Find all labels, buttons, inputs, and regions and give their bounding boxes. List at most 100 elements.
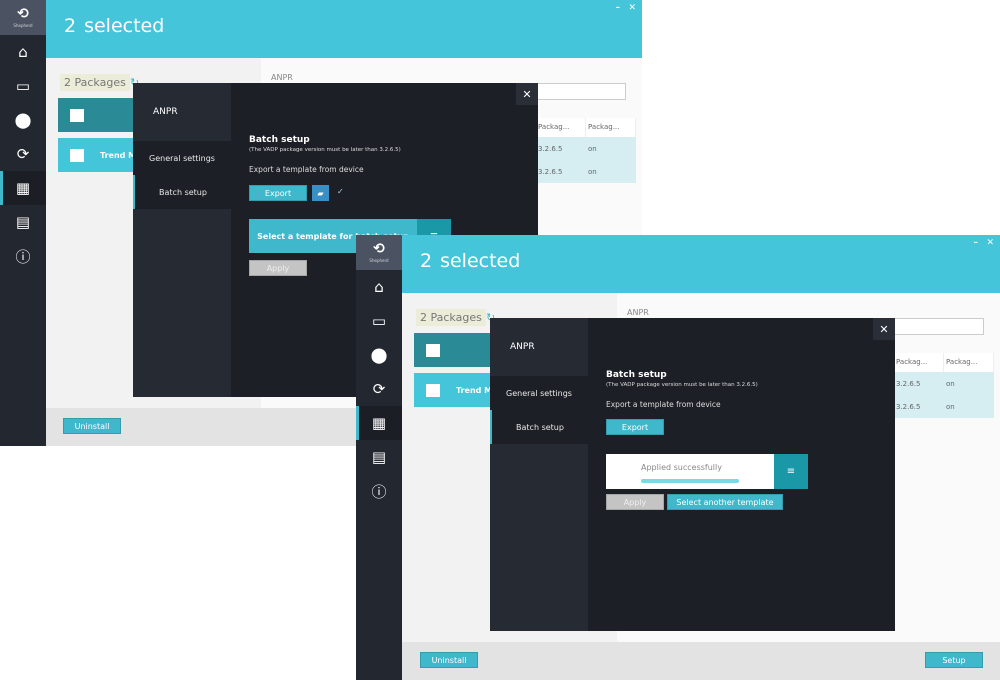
info-icon: ⓘ (371, 482, 387, 501)
close-icon[interactable]: ✕ (628, 3, 636, 13)
detail-title: ANPR (271, 73, 293, 82)
info-icon: ⓘ (15, 247, 31, 266)
sidebar-item-home[interactable]: ⌂ (0, 35, 46, 69)
column-header[interactable]: Packag... (944, 353, 994, 372)
nav-batch-setup[interactable]: Batch setup (490, 410, 588, 444)
sync-icon: ⟳ (372, 380, 386, 398)
devices-icon: ▭ (371, 312, 387, 330)
setup-button[interactable]: Setup (925, 652, 983, 668)
export-button[interactable]: Export (249, 185, 307, 201)
apply-button[interactable]: Apply (249, 260, 307, 276)
header: 2 selected – ✕ (46, 0, 642, 58)
sidebar-item-export-log[interactable]: ▤ (0, 205, 46, 239)
device-table: Packag... Packag... 3.2.6.5 on 3.2.6.5 on (536, 118, 636, 183)
sidebar-item-devices[interactable]: ▭ (0, 69, 46, 103)
batch-setup-note: (The VADP package version must be later … (606, 382, 758, 388)
nav-batch-setup[interactable]: Batch setup (133, 175, 231, 209)
sync-icon: ⟳ (16, 145, 30, 163)
ip-location-icon: ⬤ (14, 111, 32, 129)
table-row[interactable]: 3.2.6.5 on (536, 160, 636, 183)
close-icon[interactable]: ✕ (986, 238, 994, 248)
sidebar: ⟲ Shepherd ⌂ ▭ ⬤ ⟳ ▦ ▤ ⓘ (0, 0, 46, 446)
apply-button[interactable]: Apply (606, 494, 664, 510)
select-another-template-button[interactable]: Select another template (667, 494, 783, 510)
cell: 3.2.6.5 (538, 167, 563, 176)
uninstall-button[interactable]: Uninstall (420, 652, 478, 668)
dialog-app-name: ANPR (153, 107, 178, 117)
package-icon (426, 343, 440, 357)
sidebar-item-ip[interactable]: ⬤ (0, 103, 46, 137)
selected-label: selected (440, 250, 521, 272)
nav-general-settings[interactable]: General settings (133, 141, 231, 175)
sidebar-item-info[interactable]: ⓘ (356, 474, 402, 508)
batch-setup-title: Batch setup (249, 135, 310, 145)
shepherd-logo-icon: ⟲ (17, 6, 29, 22)
home-icon: ⌂ (18, 43, 28, 61)
sidebar-item-apps[interactable]: ▦ (356, 406, 402, 440)
sidebar: ⟲ Shepherd ⌂ ▭ ⬤ ⟳ ▦ ▤ ⓘ (356, 235, 402, 680)
uninstall-button[interactable]: Uninstall (63, 418, 121, 434)
cell: on (588, 144, 597, 153)
package-count: 2 Packages (416, 309, 486, 326)
apply-progress-bar (641, 479, 739, 483)
batch-setup-dialog: ANPR General settings Batch setup ✕ Batc… (490, 318, 895, 631)
menu-icon[interactable]: ≡ (774, 454, 808, 489)
batch-setup-title: Batch setup (606, 370, 667, 380)
package-icon (70, 108, 84, 122)
sidebar-item-info[interactable]: ⓘ (0, 239, 46, 273)
dialog-body: Batch setup (The VADP package version mu… (606, 318, 895, 631)
selected-label: selected (84, 15, 165, 37)
dialog-nav: ANPR General settings Batch setup (490, 318, 588, 631)
header: 2 selected – ✕ (402, 235, 1000, 293)
apply-progress-fill (641, 479, 739, 483)
page-title: 2 selected (64, 15, 164, 37)
minimize-icon[interactable]: – (974, 238, 979, 248)
logo-label: Shepherd (369, 258, 389, 263)
footer: Uninstall Setup (402, 642, 1000, 680)
shepherd-logo-icon: ⟲ (373, 241, 385, 257)
export-log-icon: ▤ (15, 213, 31, 231)
logo[interactable]: ⟲ Shepherd (356, 235, 402, 270)
dialog-nav: ANPR General settings Batch setup (133, 83, 231, 397)
device-table: Packag... Packag... 3.2.6.5 on 3.2.6.5 on (894, 353, 994, 418)
apps-grid-icon: ▦ (15, 179, 31, 197)
selected-count: 2 (420, 250, 433, 272)
devices-icon: ▭ (15, 77, 31, 95)
column-header[interactable]: Packag... (536, 118, 586, 137)
folder-open-icon[interactable]: ▰ (312, 185, 329, 201)
selected-count: 2 (64, 15, 77, 37)
table-row[interactable]: 3.2.6.5 on (894, 372, 994, 395)
app-window-step2: ⟲ Shepherd ⌂ ▭ ⬤ ⟳ ▦ ▤ ⓘ 2 selected – ✕ 2… (356, 235, 1000, 680)
page-title: 2 selected (420, 250, 520, 272)
sidebar-item-home[interactable]: ⌂ (356, 270, 402, 304)
package-icon (426, 383, 440, 397)
table-row[interactable]: 3.2.6.5 on (894, 395, 994, 418)
export-label: Export a template from device (249, 165, 364, 174)
sidebar-item-sync[interactable]: ⟳ (356, 372, 402, 406)
sidebar-item-ip[interactable]: ⬤ (356, 338, 402, 372)
template-status: Applied successfully ≡ (606, 454, 808, 489)
ip-location-icon: ⬤ (370, 346, 388, 364)
cell: 3.2.6.5 (896, 379, 921, 388)
cell: on (588, 167, 597, 176)
table-row[interactable]: 3.2.6.5 on (536, 137, 636, 160)
minimize-icon[interactable]: – (616, 3, 621, 13)
export-log-icon: ▤ (371, 448, 387, 466)
sidebar-item-devices[interactable]: ▭ (356, 304, 402, 338)
column-header[interactable]: Packag... (586, 118, 636, 137)
logo[interactable]: ⟲ Shepherd (0, 0, 46, 35)
cell: on (946, 402, 955, 411)
check-icon: ✓ (337, 187, 344, 196)
column-header[interactable]: Packag... (894, 353, 944, 372)
cell: on (946, 379, 955, 388)
nav-general-settings[interactable]: General settings (490, 376, 588, 410)
sidebar-item-sync[interactable]: ⟳ (0, 137, 46, 171)
sidebar-item-apps[interactable]: ▦ (0, 171, 46, 205)
home-icon: ⌂ (374, 278, 384, 296)
export-button[interactable]: Export (606, 419, 664, 435)
cell: 3.2.6.5 (896, 402, 921, 411)
logo-label: Shepherd (13, 23, 33, 28)
export-label: Export a template from device (606, 400, 721, 409)
sidebar-item-export-log[interactable]: ▤ (356, 440, 402, 474)
dialog-app-name: ANPR (510, 342, 535, 352)
